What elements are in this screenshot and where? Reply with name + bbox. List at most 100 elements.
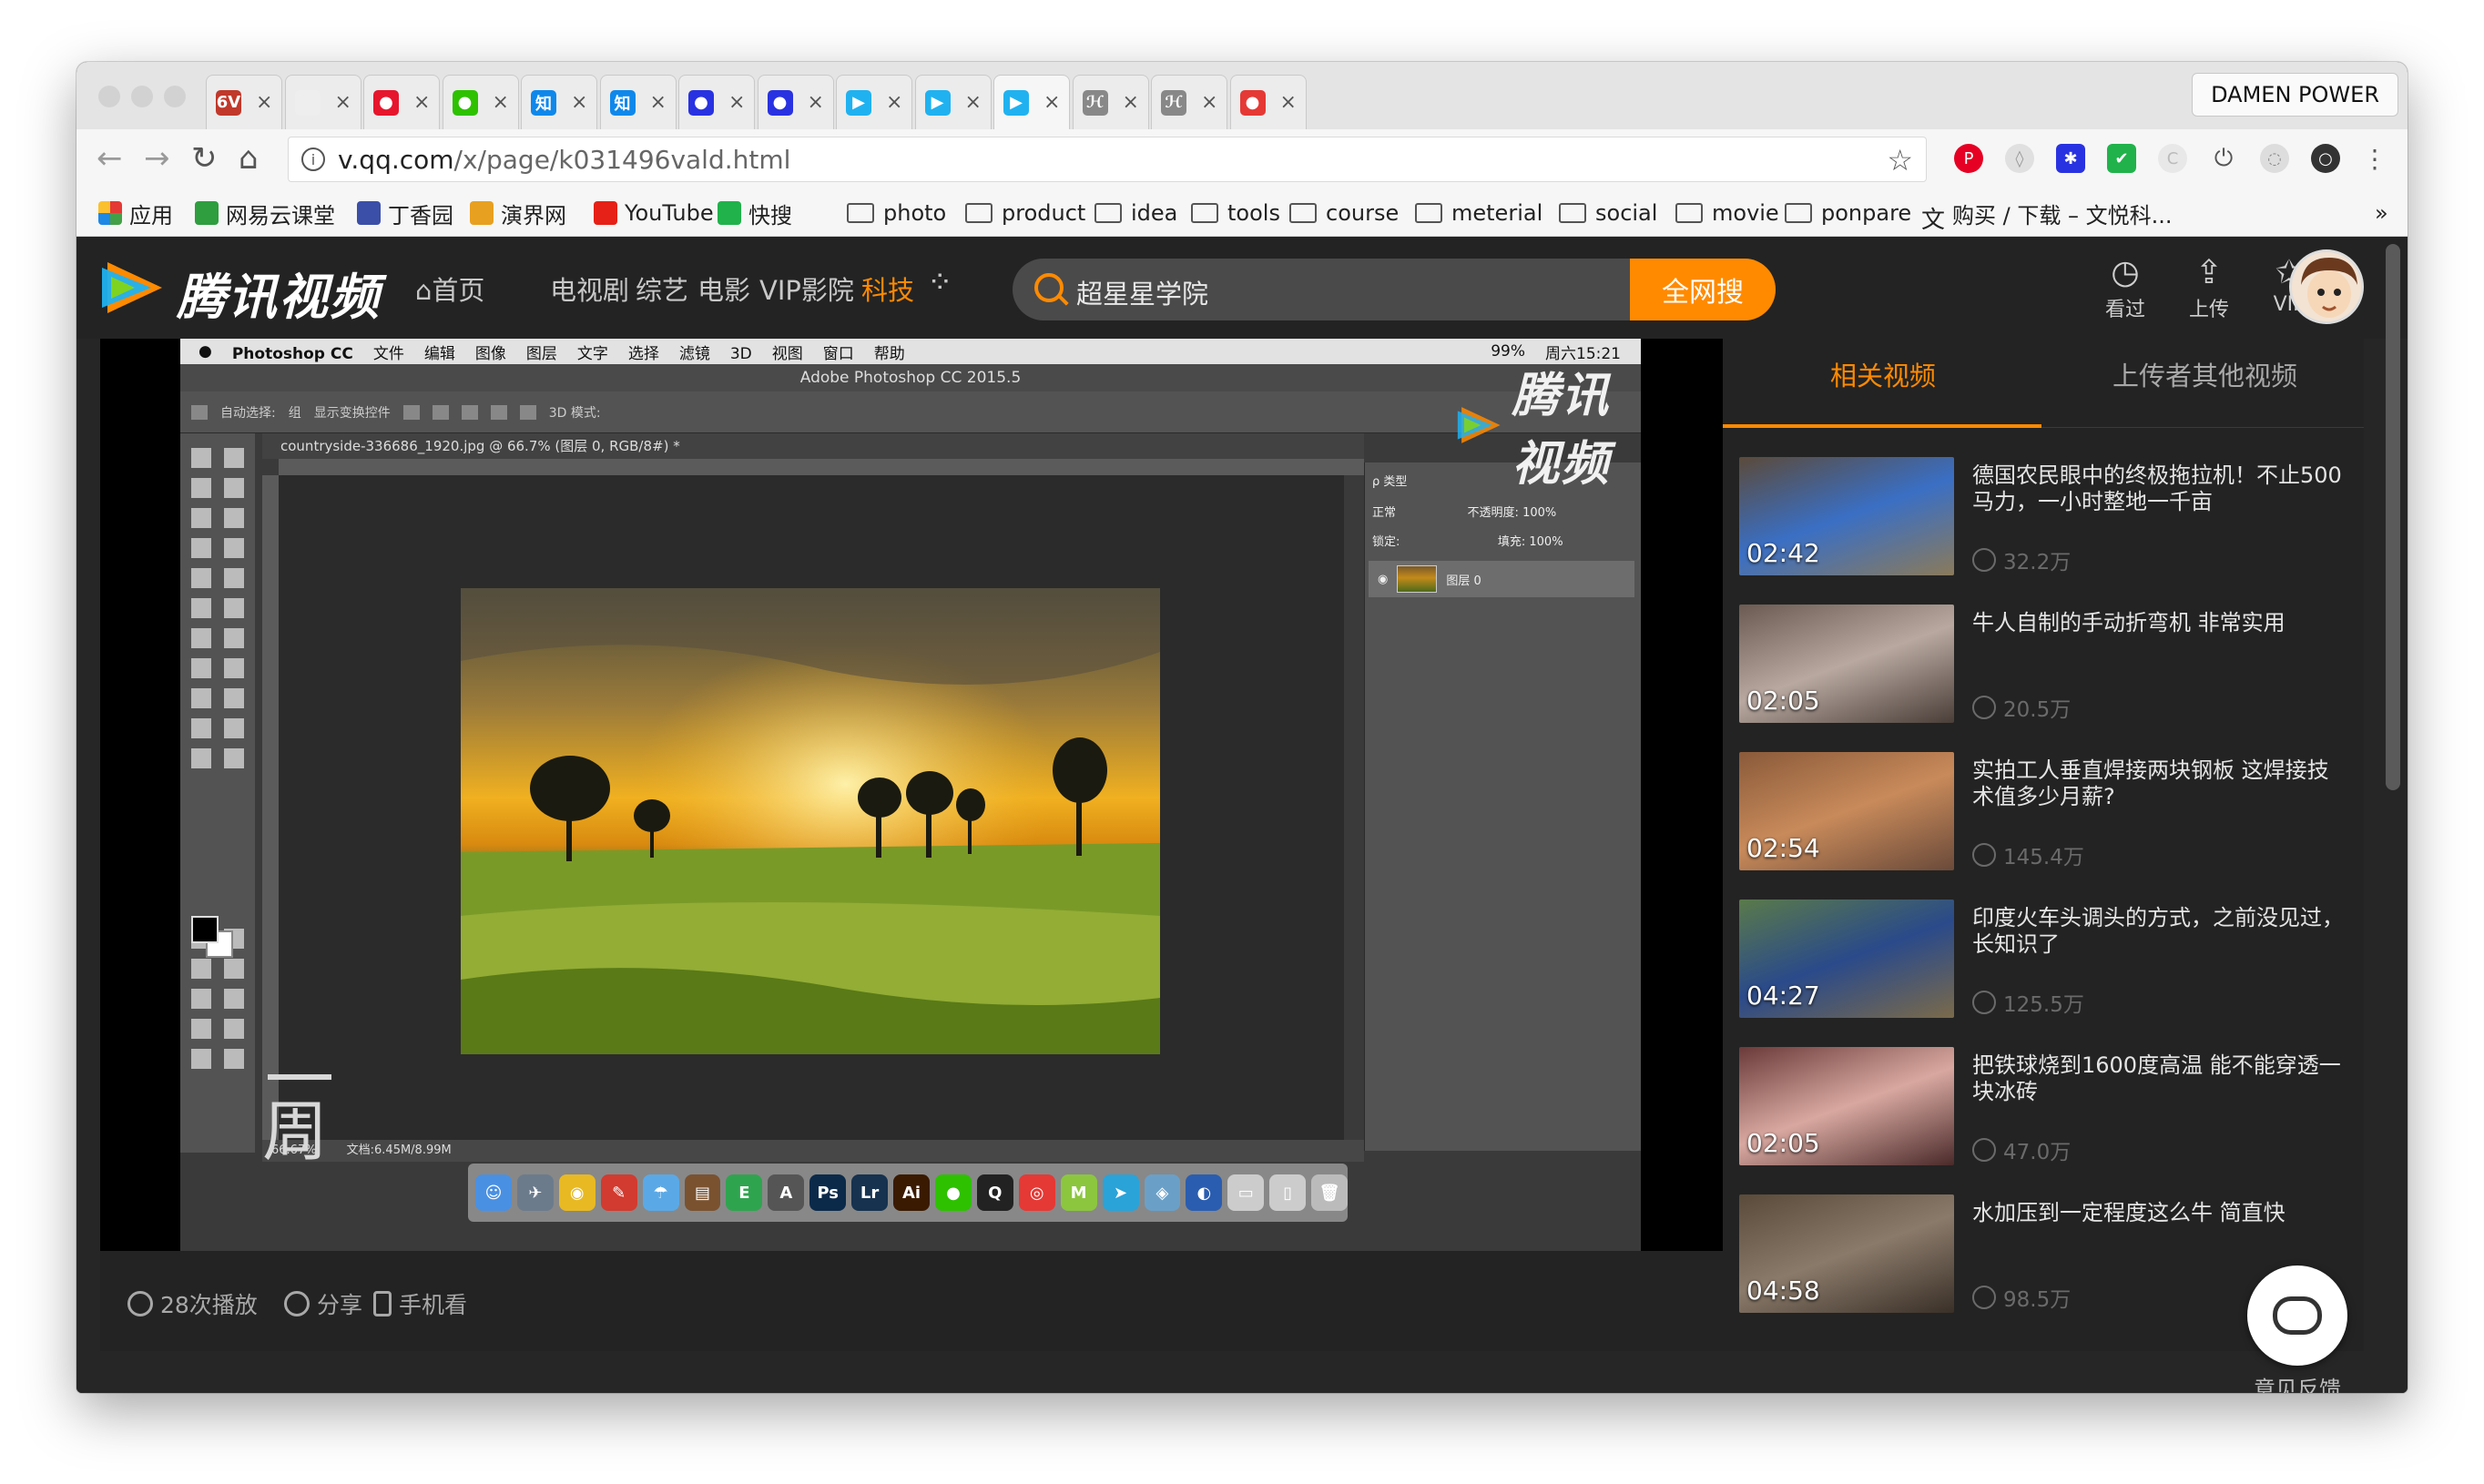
reload-icon[interactable]: ↻	[191, 140, 218, 177]
minimize-window-button[interactable]	[131, 86, 153, 107]
nav-item[interactable]: VIP影院	[759, 269, 854, 308]
bookmark-folder[interactable]: social	[1559, 198, 1657, 228]
browser-tab[interactable]: ●大多×	[363, 75, 440, 129]
video-title[interactable]: 印度火车头调头的方式，之前没见过，长知识了	[1972, 905, 2346, 958]
feedback-button[interactable]	[2247, 1265, 2347, 1366]
close-tab-icon[interactable]: ×	[256, 91, 272, 114]
site-info-icon[interactable]: i	[301, 147, 325, 171]
browser-tab[interactable]: ●微信×	[442, 75, 519, 129]
close-window-button[interactable]	[98, 86, 120, 107]
address-bar[interactable]: i v.qq.com/x/page/k031496vald.html ☆	[288, 137, 1927, 182]
bookmark-folder[interactable]: tools	[1191, 198, 1280, 228]
bookmark-item[interactable]: 应用	[98, 198, 173, 229]
related-video-item[interactable]: 02:05 把铁球烧到1600度高温 能不能穿透一块冰砖 47.0万	[1739, 1047, 2349, 1165]
bookmark-folder[interactable]: photo	[847, 198, 946, 228]
bookmark-item[interactable]: 文购买 / 下载 – 文悦科...	[1921, 198, 2173, 235]
browser-tab[interactable]: ℋWal×	[1072, 75, 1149, 129]
close-tab-icon[interactable]: ×	[335, 91, 351, 114]
bookmark-folder[interactable]: idea	[1094, 198, 1177, 228]
bookmark-folder[interactable]: meterial	[1415, 198, 1542, 228]
nav-item[interactable]: 科技	[861, 269, 914, 308]
browser-tab[interactable]: 知(99×	[521, 75, 597, 129]
site-logo-text[interactable]: 腾讯视频	[177, 257, 381, 329]
browser-tab[interactable]: ●适合×	[1229, 75, 1307, 129]
browser-tab[interactable]: ●chro×	[757, 75, 834, 129]
bookmark-folder[interactable]: movie	[1675, 198, 1779, 228]
profile-button[interactable]: DAMEN POWER	[2192, 73, 2398, 117]
browser-tab[interactable]: 6Vww×	[206, 75, 282, 129]
adblock-icon[interactable]: ✔	[2107, 144, 2136, 173]
browser-tab[interactable]: 知写文×	[599, 75, 677, 129]
bookmark-star-icon[interactable]: ☆	[1887, 143, 1913, 178]
nav-item[interactable]: 电影	[697, 269, 750, 308]
close-tab-icon[interactable]: ×	[808, 91, 824, 114]
close-tab-icon[interactable]: ×	[413, 91, 430, 114]
close-tab-icon[interactable]: ×	[650, 91, 667, 114]
nav-grid-icon[interactable]: ⁘	[927, 264, 953, 300]
related-video-item[interactable]: 02:42 德国农民眼中的终极拖拉机！不止500马力，一小时整地一千亩 32.2万	[1739, 457, 2349, 575]
zoom-window-button[interactable]	[164, 86, 186, 107]
phone-action[interactable]: 手机看	[373, 1287, 467, 1320]
close-tab-icon[interactable]: ×	[1123, 91, 1139, 114]
avatar[interactable]	[2289, 249, 2364, 324]
bookmark-item[interactable]: 快搜	[718, 198, 792, 229]
close-tab-icon[interactable]: ×	[493, 91, 509, 114]
tab-related-videos[interactable]: 相关视频	[1830, 355, 1936, 393]
video-player[interactable]: ● Photoshop CC 文件 编辑 图像 图层 文字 选择 滤镜 3D 视图 窗口 帮助 99%…	[100, 339, 1723, 1251]
home-icon[interactable]: ⌂	[239, 140, 259, 177]
back-icon[interactable]: ←	[97, 140, 123, 177]
browser-tab[interactable]: ▶F◀×	[993, 75, 1070, 129]
search-box[interactable]: 超星星学院 全网搜	[1013, 259, 1776, 320]
shield-icon[interactable]: ◊	[2005, 144, 2034, 173]
video-title[interactable]: 把铁球烧到1600度高温 能不能穿透一块冰砖	[1972, 1052, 2346, 1105]
bookmark-item[interactable]: 演界网	[470, 198, 566, 229]
circle-icon[interactable]: ○	[2311, 144, 2340, 173]
bookmarks-more[interactable]: »	[2375, 198, 2388, 228]
nav-home[interactable]: ⌂首页	[415, 269, 484, 308]
video-thumbnail[interactable]: 02:54	[1739, 752, 1954, 870]
close-tab-icon[interactable]: ×	[1280, 91, 1297, 114]
video-title[interactable]: 水加压到一定程度这么牛 简直快	[1972, 1200, 2346, 1226]
related-video-item[interactable]: 04:27 印度火车头调头的方式，之前没见过，长知识了 125.5万	[1739, 900, 2349, 1018]
pinterest-icon[interactable]: P	[1954, 144, 1983, 173]
bookmark-folder[interactable]: ponpare	[1785, 198, 1911, 228]
browser-tab[interactable]: ▶v.qq×	[836, 75, 912, 129]
play-count-action[interactable]: 28次播放	[127, 1287, 258, 1320]
browser-tab[interactable]: ▶视频×	[914, 75, 992, 129]
360-icon[interactable]: ◌	[2260, 144, 2289, 173]
close-tab-icon[interactable]: ×	[571, 91, 587, 114]
nav-item[interactable]: 电视剧	[550, 269, 629, 308]
menu-dots-icon[interactable]: ⋮	[2360, 144, 2389, 174]
video-thumbnail[interactable]: 04:58	[1739, 1194, 1954, 1313]
baidu-paw-icon[interactable]: ✱	[2056, 144, 2085, 173]
forward-icon[interactable]: →	[144, 140, 170, 177]
video-title[interactable]: 实拍工人垂直焊接两块钢板 这焊接技术值多少月薪?	[1972, 757, 2346, 810]
bookmark-folder[interactable]: product	[965, 198, 1085, 228]
video-title[interactable]: 牛人自制的手动折弯机 非常实用	[1972, 610, 2346, 636]
close-tab-icon[interactable]: ×	[728, 91, 745, 114]
history-button[interactable]: ◷ 看过	[2096, 253, 2154, 322]
bookmark-item[interactable]: 丁香园	[357, 198, 453, 229]
upload-button[interactable]: ⇪ 上传	[2180, 253, 2238, 322]
tencent-video-logo-icon[interactable]	[98, 259, 166, 317]
video-thumbnail[interactable]: 02:05	[1739, 1047, 1954, 1165]
video-thumbnail[interactable]: 02:05	[1739, 605, 1954, 723]
close-tab-icon[interactable]: ×	[1201, 91, 1217, 114]
browser-tab[interactable]: ●人物×	[678, 75, 755, 129]
nav-item[interactable]: 综艺	[636, 269, 688, 308]
share-action[interactable]: 分享	[284, 1287, 362, 1320]
video-thumbnail[interactable]: 02:42	[1739, 457, 1954, 575]
tab-uploader-videos[interactable]: 上传者其他视频	[2112, 355, 2297, 393]
video-title[interactable]: 德国农民眼中的终极拖拉机！不止500马力，一小时整地一千亩	[1972, 462, 2346, 515]
close-tab-icon[interactable]: ×	[1043, 91, 1060, 114]
search-input[interactable]: 超星星学院	[1076, 273, 1208, 311]
related-video-item[interactable]: 02:54 实拍工人垂直焊接两块钢板 这焊接技术值多少月薪? 145.4万	[1739, 752, 2349, 870]
power-icon[interactable]: ⏻	[2209, 144, 2238, 173]
bookmark-item[interactable]: YouTube	[594, 198, 714, 228]
video-thumbnail[interactable]: 04:27	[1739, 900, 1954, 1018]
search-all-button[interactable]: 全网搜	[1630, 259, 1776, 320]
extension-c-icon[interactable]: C	[2158, 144, 2187, 173]
close-tab-icon[interactable]: ×	[965, 91, 982, 114]
browser-tab[interactable]: 新标签页×	[284, 75, 361, 129]
window-scrollbar[interactable]	[2386, 244, 2400, 790]
